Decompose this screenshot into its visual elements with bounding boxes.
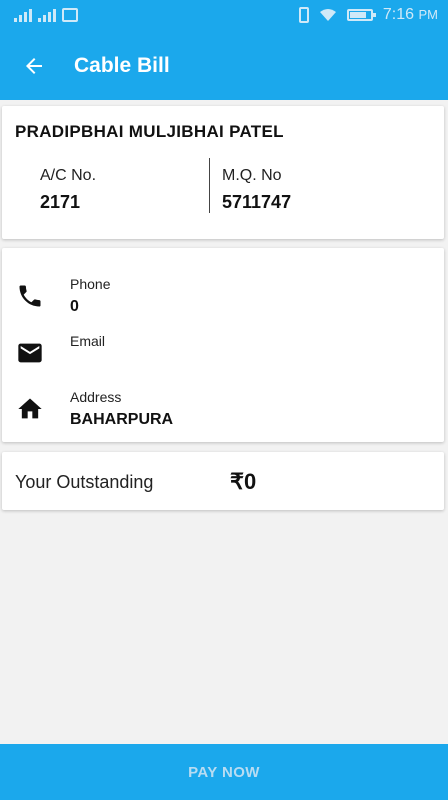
wifi-icon [319, 9, 336, 21]
mq-value: 5711747 [222, 192, 292, 212]
battery-level [349, 12, 366, 18]
battery-icon [346, 9, 376, 21]
phone-row: Phone 0 [2, 276, 444, 326]
status-bar: 7:16 PM [0, 0, 448, 32]
email-icon [18, 343, 42, 363]
signal-icon [38, 8, 56, 22]
pay-now-button[interactable]: PAY NOW [0, 744, 448, 800]
email-row: Email [2, 333, 444, 383]
vibrate-icon [298, 7, 309, 23]
outstanding-label: Your Outstanding [15, 472, 154, 492]
page-title: Cable Bill [74, 54, 170, 77]
phone-icon [19, 285, 41, 307]
email-label: Email [70, 333, 106, 349]
address-value: BAHARPURA [70, 411, 174, 428]
phone-value: 0 [70, 298, 79, 315]
address-row: Address BAHARPURA [2, 389, 444, 439]
pay-now-label: PAY NOW [188, 763, 260, 781]
address-label: Address [70, 389, 122, 405]
divider [209, 158, 210, 213]
ac-value: 2171 [40, 192, 81, 212]
outstanding-card: Your Outstanding ₹0 [2, 452, 444, 510]
back-button[interactable] [16, 48, 52, 84]
customer-card: PRADIPBHAI MULJIBHAI PATEL A/C No. 2171 … [2, 106, 444, 239]
signal-icon [14, 8, 32, 22]
contact-card: Phone 0 Email Address BAHARPURA [2, 248, 444, 442]
mq-label: M.Q. No [222, 167, 282, 184]
status-time: 7:16 PM [382, 6, 438, 23]
image-icon [62, 8, 78, 22]
ac-label: A/C No. [40, 167, 97, 184]
app-bar: Cable Bill [0, 32, 448, 100]
phone-label: Phone [70, 276, 111, 292]
arrow-back-icon [26, 58, 42, 74]
outstanding-value: ₹0 [230, 469, 257, 494]
home-icon [18, 398, 42, 419]
customer-name: PRADIPBHAI MULJIBHAI PATEL [15, 122, 284, 141]
